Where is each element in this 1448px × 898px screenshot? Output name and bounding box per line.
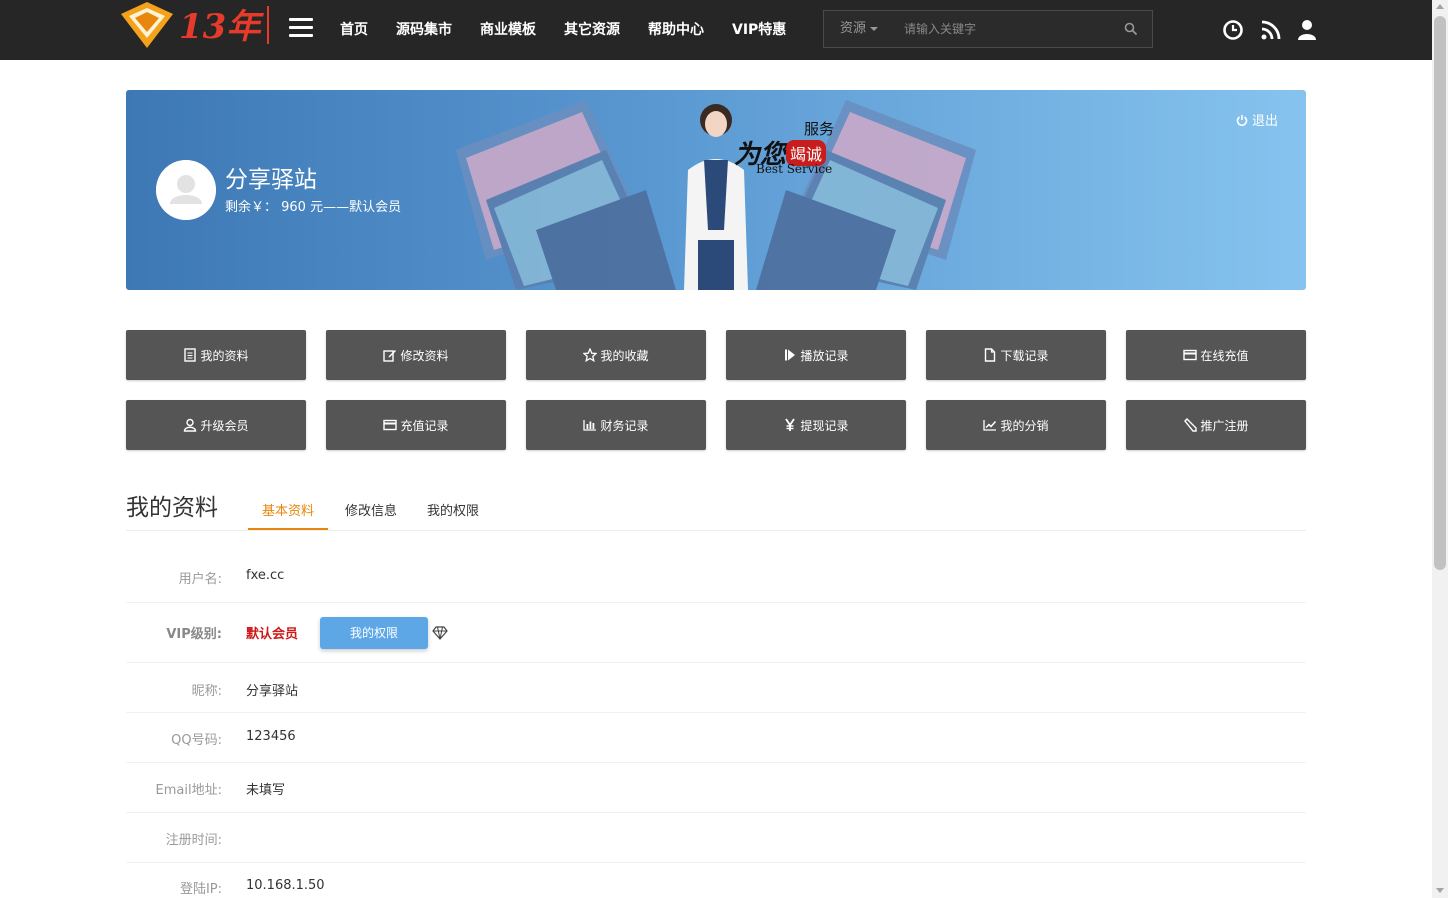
- nickname-value: 分享驿站: [246, 684, 299, 699]
- document-icon: [184, 348, 197, 362]
- menu-icon[interactable]: [289, 18, 313, 40]
- rss-icon[interactable]: [1260, 19, 1282, 41]
- action-label: 播放记录: [800, 348, 849, 363]
- user-balance: 剩余￥： 960 元——默认会员: [225, 200, 402, 215]
- profile-row-nickname: 昵称: 分享驿站: [126, 663, 1306, 713]
- site-logo[interactable]: 13年: [117, 0, 273, 52]
- profile-row-username: 用户名: fxe.cc: [126, 548, 1306, 603]
- search-category-label: 资源: [840, 21, 867, 36]
- user-banner: 服务 为您 竭诚 Best Service 分享驿站 剩余￥： 960 元——默…: [126, 90, 1306, 290]
- action-label: 提现记录: [800, 418, 849, 433]
- edit-profile-button[interactable]: 修改资料: [326, 330, 506, 380]
- action-label: 财务记录: [600, 418, 649, 433]
- my-profile-button[interactable]: 我的资料: [126, 330, 306, 380]
- logout-label: 退出: [1251, 114, 1278, 129]
- user-name: 分享驿站: [225, 167, 317, 193]
- yen-icon: [785, 418, 796, 431]
- vip-level-value: 默认会员: [246, 627, 299, 642]
- vip-level-label: VIP级别:: [166, 627, 222, 642]
- user-icon[interactable]: [1296, 19, 1318, 41]
- referral-register-button[interactable]: 推广注册: [1126, 400, 1306, 450]
- regtime-label: 注册时间:: [165, 833, 222, 848]
- ip-label: 登陆IP:: [179, 882, 222, 897]
- finance-history-button[interactable]: 财务记录: [526, 400, 706, 450]
- action-label: 我的资料: [200, 348, 249, 363]
- search-icon[interactable]: [1124, 22, 1138, 36]
- star-icon: [583, 348, 598, 362]
- upgrade-member-button[interactable]: 升级会员: [126, 400, 306, 450]
- main-nav: 首页 源码集市 商业模板 其它资源 帮助中心 VIP特惠: [326, 0, 800, 60]
- nav-other-resources[interactable]: 其它资源: [550, 0, 634, 60]
- search-category-dropdown[interactable]: 资源: [840, 11, 879, 47]
- recharge-history-button[interactable]: 充值记录: [326, 400, 506, 450]
- caret-down-icon: [870, 26, 879, 31]
- user-icon: [184, 418, 197, 432]
- top-navbar: 13年 首页 源码集市 商业模板 其它资源 帮助中心 VIP特惠 资源: [0, 0, 1432, 60]
- scrollbar-thumb[interactable]: [1434, 16, 1446, 570]
- profile-row-qq: QQ号码: 123456: [126, 713, 1306, 763]
- action-label: 升级会员: [200, 418, 249, 433]
- ip-value: 10.168.1.50: [246, 878, 325, 893]
- line-chart-icon: [983, 420, 997, 431]
- avatar[interactable]: [156, 160, 216, 220]
- nickname-label: 昵称:: [191, 684, 222, 699]
- slogan-service: 服务: [804, 120, 835, 138]
- clock-icon[interactable]: [1222, 19, 1244, 41]
- edit-icon: [383, 350, 397, 362]
- file-icon: [985, 348, 996, 362]
- profile-row-ip: 登陆IP: 10.168.1.50: [126, 863, 1306, 898]
- nav-source-market[interactable]: 源码集市: [382, 0, 466, 60]
- withdraw-history-button[interactable]: 提现记录: [726, 400, 906, 450]
- my-favorites-button[interactable]: 我的收藏: [526, 330, 706, 380]
- tab-edit-info[interactable]: 修改信息: [330, 488, 412, 530]
- power-icon: [1236, 114, 1248, 126]
- tab-my-permissions[interactable]: 我的权限: [412, 488, 494, 530]
- section-title: 我的资料: [126, 495, 218, 521]
- credit-card-icon: [1183, 349, 1198, 361]
- credit-card-icon: [383, 419, 398, 431]
- download-history-button[interactable]: 下载记录: [926, 330, 1106, 380]
- pencil-icon: [1184, 418, 1198, 432]
- my-distribution-button[interactable]: 我的分销: [926, 400, 1106, 450]
- action-label: 我的分销: [1000, 418, 1049, 433]
- my-permissions-button[interactable]: 我的权限: [320, 617, 428, 649]
- nav-vip-offers[interactable]: VIP特惠: [718, 0, 800, 60]
- profile-row-vip: VIP级别: 默认会员 我的权限: [126, 603, 1306, 663]
- profile-tabs: 基本资料 修改信息 我的权限: [248, 488, 494, 530]
- scroll-up-icon[interactable]: [1436, 4, 1444, 9]
- play-icon: [785, 349, 796, 361]
- action-label: 充值记录: [400, 418, 449, 433]
- email-label: Email地址:: [155, 783, 222, 798]
- tab-basic-info[interactable]: 基本资料: [248, 488, 329, 530]
- page-scrollbar[interactable]: [1432, 0, 1448, 898]
- email-value: 未填写: [246, 783, 286, 798]
- nav-commercial-templates[interactable]: 商业模板: [466, 0, 550, 60]
- diamond-icon: [432, 626, 448, 640]
- nav-home[interactable]: 首页: [326, 0, 382, 60]
- action-label: 推广注册: [1200, 418, 1249, 433]
- play-history-button[interactable]: 播放记录: [726, 330, 906, 380]
- username-value: fxe.cc: [246, 568, 285, 583]
- action-label: 在线充值: [1200, 348, 1249, 363]
- action-label: 我的收藏: [600, 348, 649, 363]
- profile-row-regtime: 注册时间:: [126, 813, 1306, 863]
- section-divider: [126, 530, 1306, 531]
- scroll-down-icon[interactable]: [1436, 888, 1444, 893]
- slogan-best-service: Best Service: [756, 162, 833, 176]
- search-input[interactable]: [904, 15, 1114, 43]
- banner-illustration: [456, 100, 976, 290]
- action-label: 下载记录: [1000, 348, 1049, 363]
- action-label: 修改资料: [400, 348, 449, 363]
- profile-row-email: Email地址: 未填写: [126, 763, 1306, 813]
- logo-text: 13年: [179, 7, 264, 47]
- username-label: 用户名:: [178, 572, 222, 587]
- nav-help-center[interactable]: 帮助中心: [634, 0, 718, 60]
- logout-button[interactable]: 退出: [1236, 110, 1278, 129]
- qq-label: QQ号码:: [171, 733, 222, 748]
- online-recharge-button[interactable]: 在线充值: [1126, 330, 1306, 380]
- qq-value: 123456: [246, 729, 296, 744]
- search-box: 资源: [823, 10, 1153, 48]
- bar-chart-icon: [583, 420, 597, 431]
